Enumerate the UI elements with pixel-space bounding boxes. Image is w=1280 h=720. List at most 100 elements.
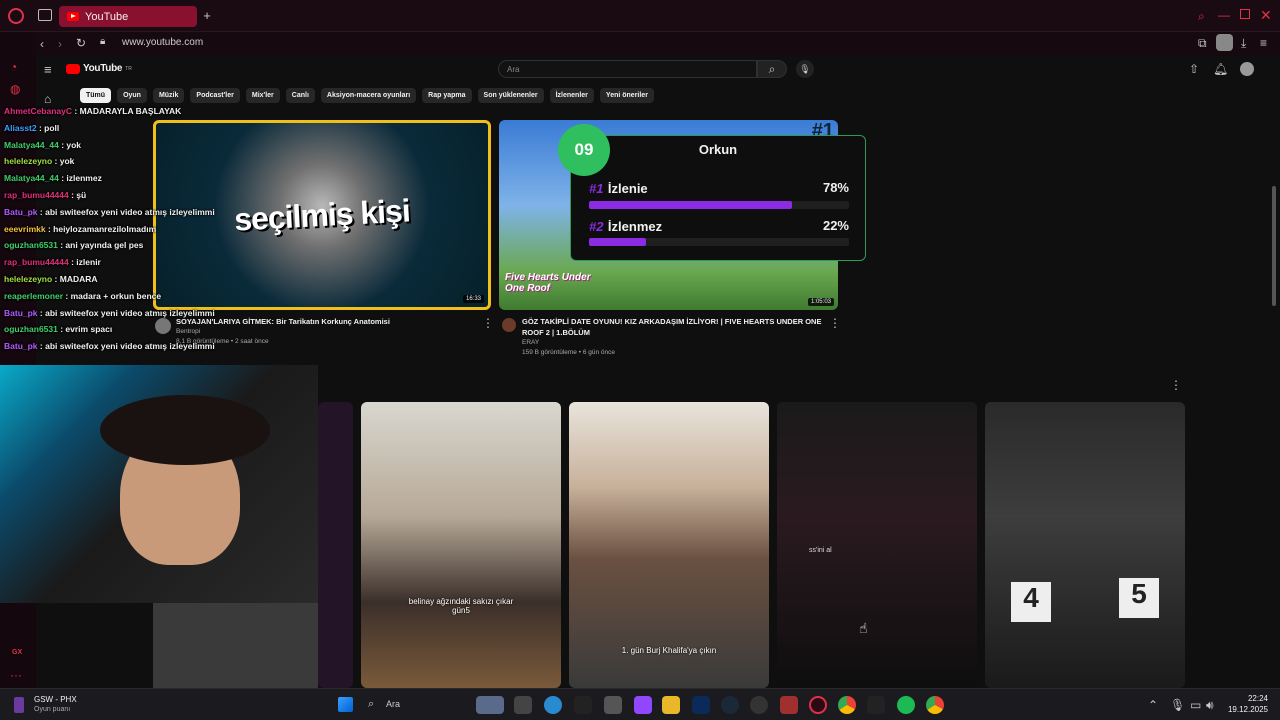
chip-6[interactable]: Aksiyon-macera oyunları bbox=[320, 88, 417, 103]
more-actions-icon[interactable]: ⋮ bbox=[829, 316, 841, 330]
chip-3[interactable]: Podcast'ler bbox=[190, 88, 240, 103]
chat-username[interactable]: AhmetCebanayC bbox=[4, 106, 72, 116]
chip-10[interactable]: Yeni öneriler bbox=[599, 88, 654, 103]
minimize-button[interactable]: — bbox=[1218, 8, 1230, 22]
short-2[interactable]: 1. gün Burj Khalifa'ya çıkın bbox=[569, 402, 769, 688]
mic-icon[interactable]: 🎙︎ bbox=[796, 60, 814, 78]
display-tray-icon[interactable]: ▭ bbox=[1190, 698, 1201, 712]
search-input[interactable]: Ara bbox=[498, 60, 757, 78]
profile-avatar[interactable] bbox=[1216, 34, 1233, 51]
game-widget-icon[interactable] bbox=[14, 697, 24, 713]
more-actions-icon[interactable]: ⋮ bbox=[482, 316, 494, 330]
mic-tray-icon[interactable]: 🎙︎ bbox=[1170, 698, 1185, 712]
chat-username[interactable]: Batu_pk bbox=[4, 207, 38, 217]
gx-label: GX bbox=[12, 649, 23, 656]
taskbar-search[interactable]: Ara bbox=[386, 699, 400, 709]
chip-0[interactable]: Tümü bbox=[80, 88, 112, 103]
upload-icon[interactable]: ⇧ bbox=[1189, 62, 1199, 76]
chat-separator: : bbox=[63, 290, 71, 301]
search-icon[interactable]: ⌕ bbox=[368, 698, 374, 711]
chip-8[interactable]: Son yüklenenler bbox=[477, 88, 544, 103]
forward-icon[interactable]: › bbox=[58, 37, 62, 51]
workspaces-icon[interactable] bbox=[38, 9, 52, 21]
twitch-icon[interactable] bbox=[634, 696, 652, 714]
bell-icon[interactable]: 🔔︎ bbox=[1213, 62, 1228, 76]
chip-5[interactable]: Canlı bbox=[285, 88, 315, 103]
hamburger-menu-icon[interactable]: ≡ bbox=[44, 62, 52, 77]
poll-option-2: #2 İzlenmez 22% bbox=[589, 218, 849, 236]
chat-message: Batu_pk : abi switeefox yeni video atmış… bbox=[4, 204, 324, 221]
tab-youtube[interactable]: YouTube bbox=[59, 6, 197, 27]
chat-icon[interactable]: ◍ bbox=[10, 82, 20, 96]
chat-separator: : bbox=[37, 206, 46, 217]
new-tab-button[interactable]: + bbox=[201, 8, 213, 23]
search-button[interactable]: ⌕ bbox=[757, 60, 787, 78]
steam-icon[interactable] bbox=[721, 696, 739, 714]
chip-4[interactable]: Mix'ler bbox=[245, 88, 280, 103]
tray-chevron-icon[interactable]: ⌃ bbox=[1148, 698, 1158, 712]
chrome-2-icon[interactable] bbox=[926, 696, 944, 714]
cube-app-icon[interactable] bbox=[604, 696, 622, 714]
volume-tray-icon[interactable]: 🔊︎ bbox=[1206, 698, 1214, 713]
maximize-button[interactable] bbox=[1240, 9, 1250, 19]
chip-2[interactable]: Müzik bbox=[152, 88, 185, 103]
start-button[interactable] bbox=[338, 697, 353, 712]
chat-username[interactable]: Aliasst2 bbox=[4, 123, 37, 133]
chat-username[interactable]: reaperlemoner bbox=[4, 291, 63, 301]
edge-icon[interactable] bbox=[544, 696, 562, 714]
chip-7[interactable]: Rap yapma bbox=[422, 88, 472, 103]
poll-number-badge: 09 bbox=[558, 124, 610, 176]
chat-username[interactable]: Malatya44_44 bbox=[4, 173, 59, 183]
chat-text: madara + orkun bence bbox=[70, 290, 162, 301]
spotify-icon[interactable] bbox=[897, 696, 915, 714]
background-photo bbox=[153, 603, 318, 688]
chat-username[interactable]: helelezeyno bbox=[4, 274, 52, 284]
chat-username[interactable]: rap_bumu44444 bbox=[4, 190, 69, 200]
file-explorer-icon[interactable] bbox=[514, 696, 532, 714]
search-tabs-icon[interactable]: ⌕ bbox=[1198, 9, 1205, 24]
page-scrollbar[interactable] bbox=[1272, 186, 1276, 306]
chip-9[interactable]: İzlenenler bbox=[549, 88, 594, 103]
clock-date[interactable]: 19.12.2025 bbox=[1220, 705, 1268, 714]
chat-username[interactable]: oguzhan6531 bbox=[4, 324, 58, 334]
photoshop-icon[interactable] bbox=[692, 696, 710, 714]
chat-username[interactable]: oguzhan6531 bbox=[4, 240, 58, 250]
extensions-icon[interactable]: ⧉ bbox=[1198, 36, 1207, 51]
opera-logo-icon[interactable] bbox=[8, 8, 24, 24]
video-title[interactable]: GÖZ TAKİPLİ DATE OYUNU! KIZ ARKADAŞIM İZ… bbox=[522, 316, 822, 338]
short-4[interactable]: 4 5 bbox=[985, 402, 1185, 688]
account-avatar[interactable] bbox=[1240, 62, 1254, 76]
chat-username[interactable]: rap_bumu44444 bbox=[4, 257, 69, 267]
more-icon[interactable]: ··· bbox=[10, 668, 22, 682]
close-window-button[interactable]: ✕ bbox=[1260, 7, 1272, 24]
youtube-logo[interactable]: YouTube TR bbox=[66, 63, 132, 74]
easy-setup-icon[interactable]: ≡ bbox=[1260, 36, 1267, 50]
url-field[interactable]: www.youtube.com bbox=[122, 37, 203, 48]
opera-gx-icon[interactable] bbox=[809, 696, 827, 714]
folder-icon[interactable] bbox=[662, 696, 680, 714]
widgets-icon[interactable] bbox=[476, 696, 504, 714]
game-app-icon[interactable] bbox=[780, 696, 798, 714]
chip-1[interactable]: Oyun bbox=[117, 88, 147, 103]
capcut-2-icon[interactable] bbox=[867, 696, 885, 714]
chrome-icon[interactable] bbox=[838, 696, 856, 714]
capcut-icon[interactable] bbox=[574, 696, 592, 714]
short-1[interactable]: belinay ağzındaki sakızı çıkar gün5 bbox=[361, 402, 561, 688]
reload-icon[interactable]: ↻ bbox=[76, 36, 86, 50]
chat-username[interactable]: helelezeyno bbox=[4, 156, 52, 166]
back-icon[interactable]: ‹ bbox=[40, 37, 44, 51]
aria-icon[interactable]: ◔ bbox=[10, 60, 17, 74]
short-partial[interactable] bbox=[318, 402, 353, 688]
obs-icon[interactable] bbox=[750, 696, 768, 714]
short-3[interactable]: ss'ini al ☝︎ bbox=[777, 402, 977, 688]
download-icon[interactable]: ⤓ bbox=[1241, 36, 1246, 51]
clock-time[interactable]: 22:24 bbox=[1230, 694, 1268, 703]
chat-username[interactable]: Batu_pk bbox=[4, 341, 38, 351]
chat-username[interactable]: eeevrimkk bbox=[4, 224, 46, 234]
channel-name[interactable]: ERAY bbox=[522, 338, 822, 348]
chat-username[interactable]: Batu_pk bbox=[4, 308, 38, 318]
shorts-more-icon[interactable]: ⋮ bbox=[1170, 378, 1182, 392]
channel-avatar[interactable] bbox=[502, 318, 516, 332]
option-label: İzlenmez bbox=[607, 219, 663, 234]
chat-username[interactable]: Malatya44_44 bbox=[4, 140, 59, 150]
